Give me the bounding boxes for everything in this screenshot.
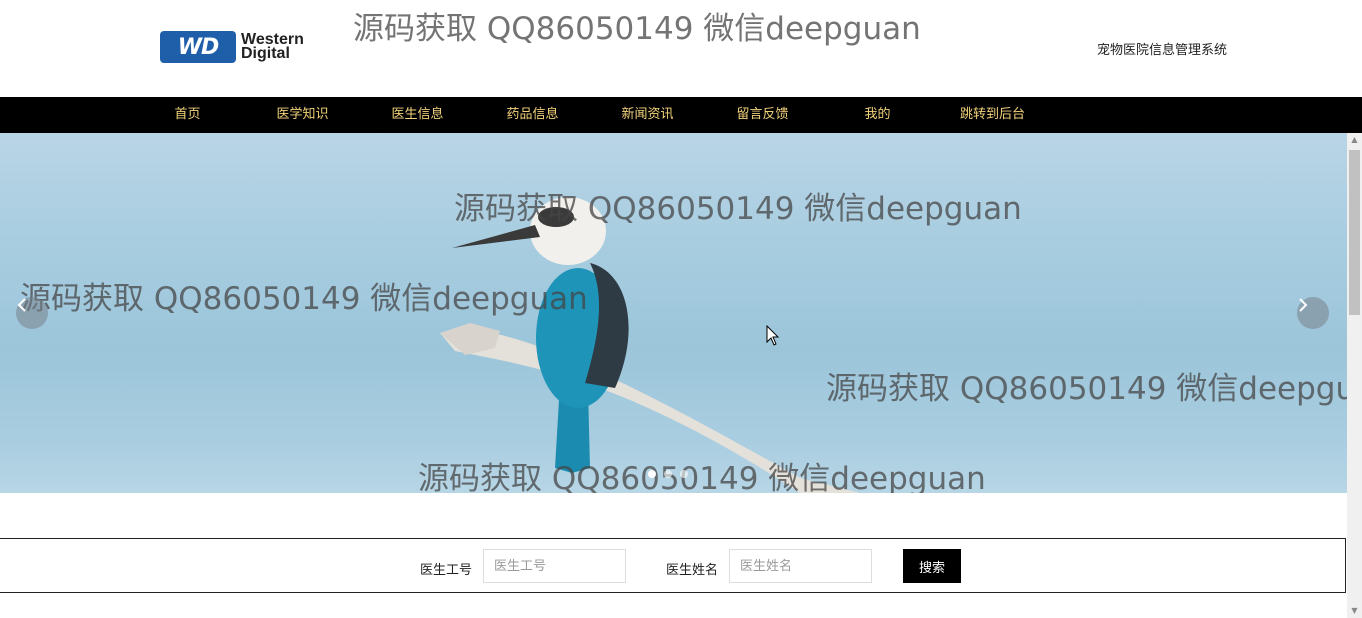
logo-text: Western Digital xyxy=(241,32,304,62)
carousel-next-button[interactable] xyxy=(1297,297,1329,329)
logo-badge: WD xyxy=(160,31,236,63)
doctor-id-input[interactable] xyxy=(483,549,626,583)
mouse-cursor-icon xyxy=(766,325,780,346)
nav-item-mine[interactable]: 我的 xyxy=(820,97,935,133)
carousel-prev-button[interactable] xyxy=(16,297,48,329)
nav-item-admin[interactable]: 跳转到后台 xyxy=(935,97,1050,133)
nav-item-medical-knowledge[interactable]: 医学知识 xyxy=(245,97,360,133)
scroll-thumb[interactable] xyxy=(1349,150,1360,315)
carousel-dot[interactable] xyxy=(664,470,672,478)
doctor-name-label: 医生姓名 xyxy=(666,563,719,578)
watermark-text: 源码获取 QQ86050149 微信deepguan xyxy=(353,11,921,47)
scroll-down-icon[interactable]: ▼ xyxy=(1347,604,1362,618)
nav-item-medicine-info[interactable]: 药品信息 xyxy=(475,97,590,133)
watermark-text: 源码获取 QQ86050149 微信deepguan xyxy=(418,461,986,493)
scroll-up-icon[interactable]: ▲ xyxy=(1347,133,1362,147)
page-scrollbar[interactable]: ▲ ▼ xyxy=(1347,133,1362,618)
doctor-name-input[interactable] xyxy=(729,549,872,583)
nav-item-home[interactable]: 首页 xyxy=(130,97,245,133)
logo[interactable]: WD Western Digital xyxy=(160,31,304,63)
banner-carousel[interactable]: 源码获取 QQ86050149 微信deepguan 源码获取 QQ860501… xyxy=(0,133,1347,493)
carousel-dots xyxy=(648,470,688,478)
site-title: 宠物医院信息管理系统 xyxy=(1097,43,1228,58)
watermark-text: 源码获取 QQ86050149 微信deepguan xyxy=(20,281,588,317)
header: WD Western Digital 源码获取 QQ86050149 微信dee… xyxy=(0,0,1347,97)
nav-item-news[interactable]: 新闻资讯 xyxy=(590,97,705,133)
search-button[interactable]: 搜索 xyxy=(903,549,961,583)
logo-line-2: Digital xyxy=(241,45,290,62)
watermark-text: 源码获取 QQ86050149 微信deepguan xyxy=(454,191,1022,227)
carousel-dot[interactable] xyxy=(680,470,688,478)
carousel-dot[interactable] xyxy=(648,470,656,478)
doctor-id-label: 医生工号 xyxy=(420,563,473,578)
nav-item-feedback[interactable]: 留言反馈 xyxy=(705,97,820,133)
doctor-search-form: 医生工号 医生姓名 搜索 xyxy=(0,538,1346,593)
watermark-text: 源码获取 QQ86050149 微信deepguan xyxy=(826,371,1347,407)
chevron-right-icon xyxy=(1299,298,1308,312)
chevron-left-icon xyxy=(17,298,26,312)
bird-beak xyxy=(452,225,540,248)
nav-item-doctor-info[interactable]: 医生信息 xyxy=(360,97,475,133)
main-nav: 首页 医学知识 医生信息 药品信息 新闻资讯 留言反馈 我的 跳转到后台 xyxy=(0,97,1362,133)
